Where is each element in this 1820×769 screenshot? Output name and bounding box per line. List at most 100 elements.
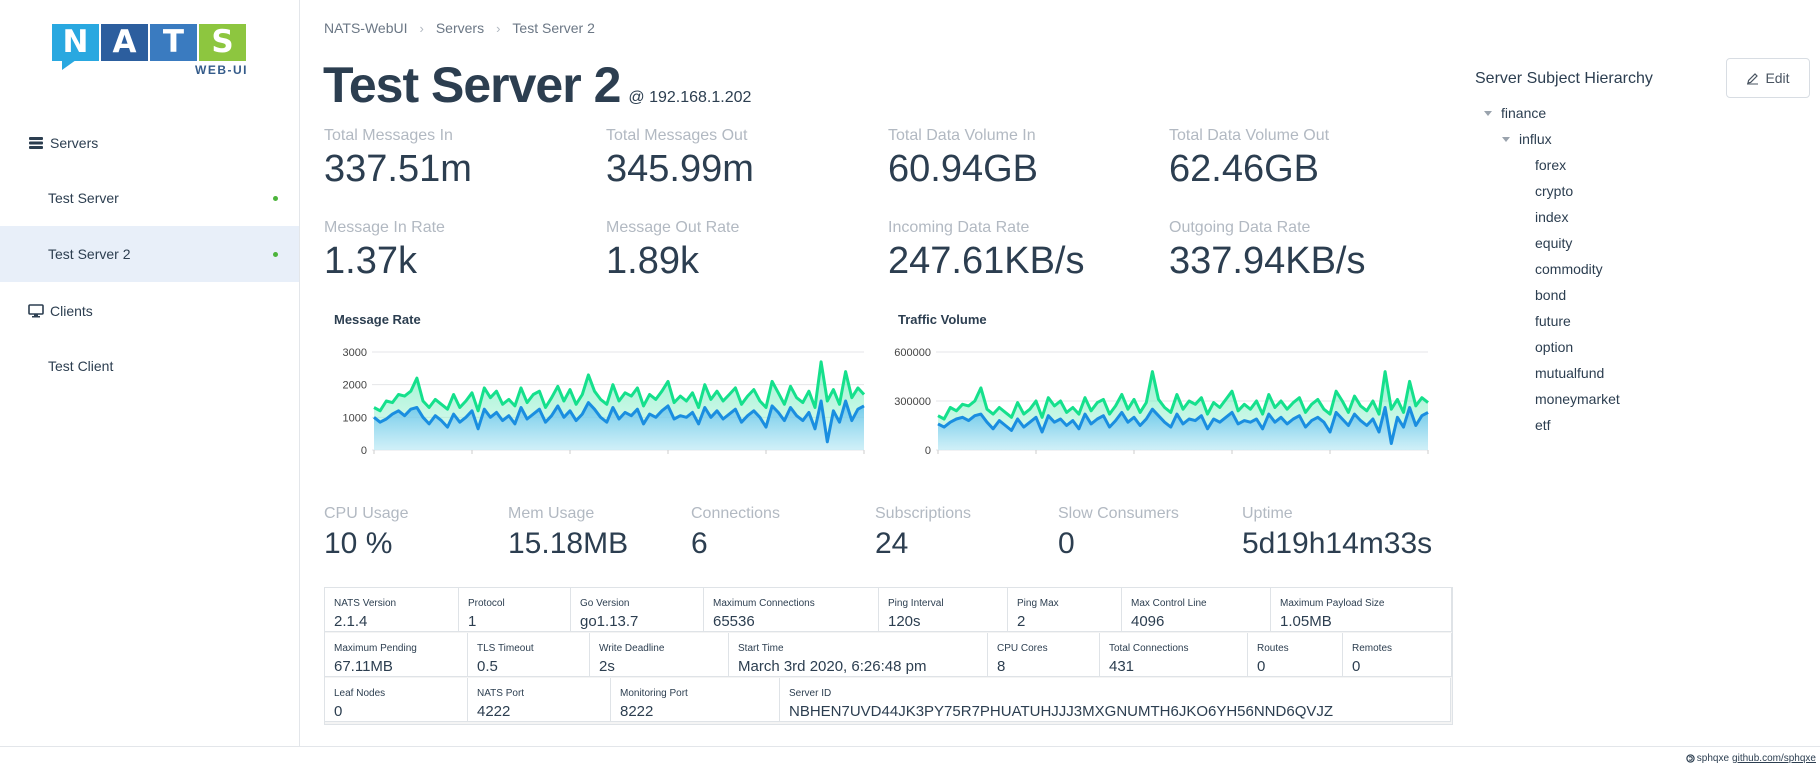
stat-label: Slow Consumers xyxy=(1058,505,1179,522)
info-value: March 3rd 2020, 6:26:48 pm xyxy=(738,658,927,675)
info-write-deadline: Write Deadline 2s xyxy=(590,633,729,677)
nats-logo[interactable]: N A T S WEB-UI xyxy=(52,24,248,77)
sidebar-item-test-client[interactable]: Test Client xyxy=(0,338,299,394)
sidebar-group-clients[interactable]: Clients xyxy=(0,283,299,339)
info-label: Go Version xyxy=(580,598,630,609)
tree-node-leaf[interactable]: bond xyxy=(1535,287,1566,303)
info-start-time: Start Time March 3rd 2020, 6:26:48 pm xyxy=(729,633,988,677)
tree-node-child[interactable]: influx xyxy=(1502,131,1552,147)
tree-node-label: finance xyxy=(1501,105,1547,121)
tree-node-leaf[interactable]: etf xyxy=(1535,417,1551,433)
sidebar-item-label: Test Server xyxy=(48,190,119,206)
stat-value: 1.37k xyxy=(324,240,417,282)
sidebar-item-test-server-2[interactable]: Test Server 2 xyxy=(0,226,299,282)
page-header: Test Server 2 @ 192.168.1.202 xyxy=(323,56,751,114)
info-label: Write Deadline xyxy=(599,643,665,654)
stat-value: 24 xyxy=(875,527,909,560)
edit-button[interactable]: Edit xyxy=(1726,58,1810,98)
hierarchy-title: Server Subject Hierarchy xyxy=(1475,70,1653,87)
stat-label: Uptime xyxy=(1242,505,1293,522)
y-tick-label: 3000 xyxy=(343,347,367,359)
footer-author: sphqxe xyxy=(1696,753,1730,764)
stat-label: Total Messages In xyxy=(324,127,453,144)
info-label: Total Connections xyxy=(1109,643,1189,654)
tree-node-leaf[interactable]: mutualfund xyxy=(1535,365,1604,381)
stat-label: Subscriptions xyxy=(875,505,972,522)
sidebar-group-label: Servers xyxy=(50,135,99,151)
stat-message-in-rate: Message In Rate 1.37k xyxy=(324,219,445,283)
caret-down-icon xyxy=(1502,136,1510,142)
tree-node-root[interactable]: finance xyxy=(1484,105,1546,121)
y-tick-label: 300000 xyxy=(894,396,931,408)
tree-node-label: equity xyxy=(1535,235,1573,251)
info-value: 8 xyxy=(997,658,1006,675)
tree-node-leaf[interactable]: future xyxy=(1535,313,1571,329)
y-tick-label: 1000 xyxy=(343,412,367,424)
info-leaf-nodes: Leaf Nodes 0 xyxy=(325,678,468,722)
info-maximum-payload-size: Maximum Payload Size 1.05MB xyxy=(1271,588,1452,632)
server-icon xyxy=(29,137,43,149)
online-status-dot xyxy=(273,195,278,201)
tree-node-leaf[interactable]: commodity xyxy=(1535,261,1603,277)
info-tls-timeout: TLS Timeout 0.5 xyxy=(468,633,590,677)
sidebar-item-label: Test Server 2 xyxy=(48,246,131,262)
tree-node-leaf[interactable]: moneymarket xyxy=(1535,391,1620,407)
tree-node-leaf[interactable]: equity xyxy=(1535,235,1572,251)
info-monitoring-port: Monitoring Port 8222 xyxy=(611,678,780,722)
pencil-icon xyxy=(1747,72,1759,84)
breadcrumb-servers[interactable]: Servers xyxy=(436,20,484,36)
info-label: Start Time xyxy=(738,643,784,654)
tree-node-leaf[interactable]: forex xyxy=(1535,157,1566,173)
footer-link[interactable]: github.com/sphqxe xyxy=(1732,753,1816,764)
info-label: Ping Interval xyxy=(888,598,944,609)
info-label: TLS Timeout xyxy=(477,643,534,654)
info-total-connections: Total Connections 431 xyxy=(1100,633,1248,677)
stat-label: Outgoing Data Rate xyxy=(1169,219,1311,236)
traffic-volume-chart: Traffic Volume 600000 300000 0 xyxy=(894,312,1429,457)
stat-label: Message In Rate xyxy=(324,219,445,236)
logo-letter-s: S xyxy=(199,24,246,61)
tree-node-label: option xyxy=(1535,339,1574,355)
breadcrumb: NATS-WebUI › Servers › Test Server 2 xyxy=(324,20,595,36)
tree-node-leaf[interactable]: option xyxy=(1535,339,1573,355)
server-info-table: NATS Version 2.1.4 Protocol 1 Go Version go1.… xyxy=(324,587,1453,725)
sidebar-group-servers[interactable]: Servers xyxy=(0,115,299,171)
info-value: 1.05MB xyxy=(1280,613,1332,630)
sidebar-item-test-server[interactable]: Test Server xyxy=(0,170,299,226)
tree-node-label: commodity xyxy=(1535,261,1603,277)
info-value: 1 xyxy=(468,613,477,630)
info-label: CPU Cores xyxy=(997,643,1048,654)
stat-incoming-data-rate: Incoming Data Rate 247.61KB/s xyxy=(888,219,1084,283)
stat-outgoing-data-rate: Outgoing Data Rate 337.94KB/s xyxy=(1169,219,1365,283)
tree-node-label: crypto xyxy=(1535,183,1574,199)
online-status-dot xyxy=(273,251,278,257)
stat-value: 15.18MB xyxy=(508,527,629,560)
tree-node-label: influx xyxy=(1519,131,1552,147)
info-value: 120s xyxy=(888,613,921,630)
stat-label: Total Data Volume Out xyxy=(1169,127,1330,144)
info-label: Server ID xyxy=(789,688,832,699)
info-value: 0 xyxy=(1257,658,1266,675)
info-label: Max Control Line xyxy=(1131,598,1207,609)
chart-title: Traffic Volume xyxy=(898,312,987,327)
info-label: Monitoring Port xyxy=(620,688,688,699)
info-value: 2s xyxy=(599,658,615,675)
logo-subtitle: WEB-UI xyxy=(195,63,248,77)
y-tick-label: 0 xyxy=(361,445,367,457)
copyleft-icon xyxy=(1686,754,1695,763)
tree-node-leaf[interactable]: index xyxy=(1535,209,1568,225)
y-tick-label: 2000 xyxy=(343,380,367,392)
stat-label: Message Out Rate xyxy=(606,219,740,236)
sidebar-group-label: Clients xyxy=(50,303,93,319)
message-rate-chart: Message Rate 3000 2000 1000 0 xyxy=(334,312,866,457)
info-label: Routes xyxy=(1257,643,1289,654)
breadcrumb-home[interactable]: NATS-WebUI xyxy=(324,20,408,36)
info-label: Protocol xyxy=(468,598,505,609)
stat-value: 6 xyxy=(691,527,708,560)
info-maximum-connections: Maximum Connections 65536 xyxy=(704,588,879,632)
stat-value: 60.94GB xyxy=(888,148,1038,190)
tree-node-leaf[interactable]: crypto xyxy=(1535,183,1573,199)
stat-value: 345.99m xyxy=(606,148,754,190)
info-label: Maximum Pending xyxy=(334,643,417,654)
info-value: 65536 xyxy=(713,613,755,630)
